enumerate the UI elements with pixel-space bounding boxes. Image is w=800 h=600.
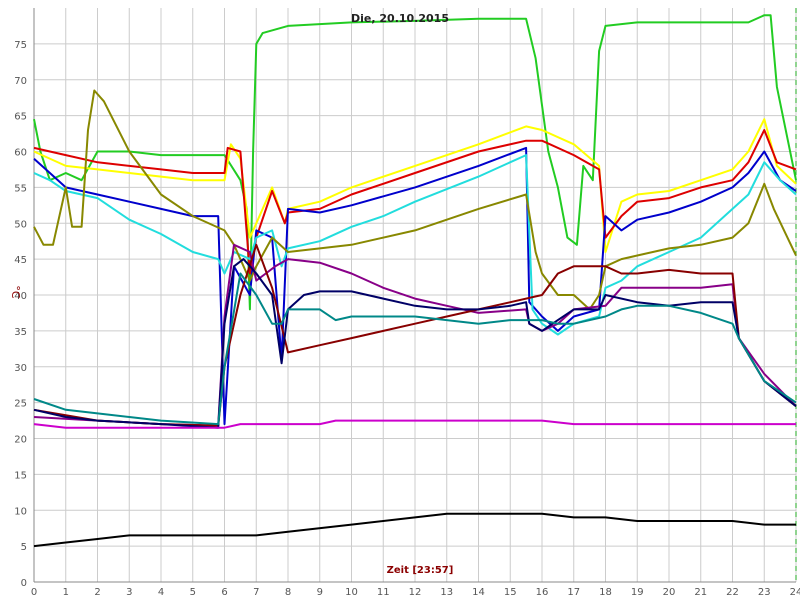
x-tick-label: 24: [790, 587, 800, 598]
x-tick-label: 18: [599, 587, 612, 598]
x-tick-label: 17: [567, 587, 580, 598]
x-tick-label: 16: [536, 587, 549, 598]
x-tick-label: 1: [63, 587, 69, 598]
x-tick-label: 10: [345, 587, 358, 598]
x-tick-label: 15: [504, 587, 517, 598]
y-tick-label: 75: [14, 40, 27, 51]
y-tick-label: 5: [21, 542, 27, 553]
y-tick-label: 70: [14, 76, 27, 87]
x-tick-label: 0: [31, 587, 37, 598]
y-tick-label: 20: [14, 435, 27, 446]
x-axis-label: Zeit [23:57]: [387, 565, 454, 576]
y-tick-label: 30: [14, 363, 27, 374]
y-tick-label: 35: [14, 327, 27, 338]
y-tick-label: 45: [14, 255, 27, 266]
x-tick-label: 9: [317, 587, 323, 598]
y-tick-label: 55: [14, 183, 27, 194]
grid-lines: [33, 8, 797, 583]
y-tick-label: 60: [14, 148, 27, 159]
x-tick-label: 11: [377, 587, 390, 598]
y-axis-label: °C: [9, 285, 22, 299]
x-tick-label: 19: [631, 587, 644, 598]
x-tick-label: 5: [190, 587, 196, 598]
x-tick-label: 2: [94, 587, 100, 598]
x-tick-label: 23: [758, 587, 771, 598]
x-tick-label: 22: [726, 587, 739, 598]
x-tick-label: 20: [663, 587, 676, 598]
x-tick-label: 3: [126, 587, 132, 598]
x-tick-label: 4: [158, 587, 164, 598]
x-tick-label: 8: [285, 587, 291, 598]
x-tick-label: 21: [694, 587, 707, 598]
x-tick-label: 13: [440, 587, 453, 598]
line-chart: 0 1 2 3 4 5 6 7 8 9 10 11 12 13 14 15 16 17 18 19 20 21 22 23 24…: [9, 8, 800, 598]
x-tick-label: 7: [253, 587, 259, 598]
y-tick-label: 0: [21, 578, 27, 589]
y-tick-label: 10: [14, 506, 27, 517]
x-tick-label: 12: [409, 587, 422, 598]
x-tick-label: 14: [472, 587, 485, 598]
y-tick-label: 25: [14, 399, 27, 410]
y-tick-label: 65: [14, 112, 27, 123]
chart-container: 0 1 2 3 4 5 6 7 8 9 10 11 12 13 14 15 16 17 18 19 20 21 22 23 24…: [0, 0, 800, 600]
chart-title: Die, 20.10.2015: [351, 12, 449, 25]
y-tick-label: 15: [14, 470, 27, 481]
y-tick-label: 50: [14, 219, 27, 230]
x-tick-label: 6: [221, 587, 227, 598]
